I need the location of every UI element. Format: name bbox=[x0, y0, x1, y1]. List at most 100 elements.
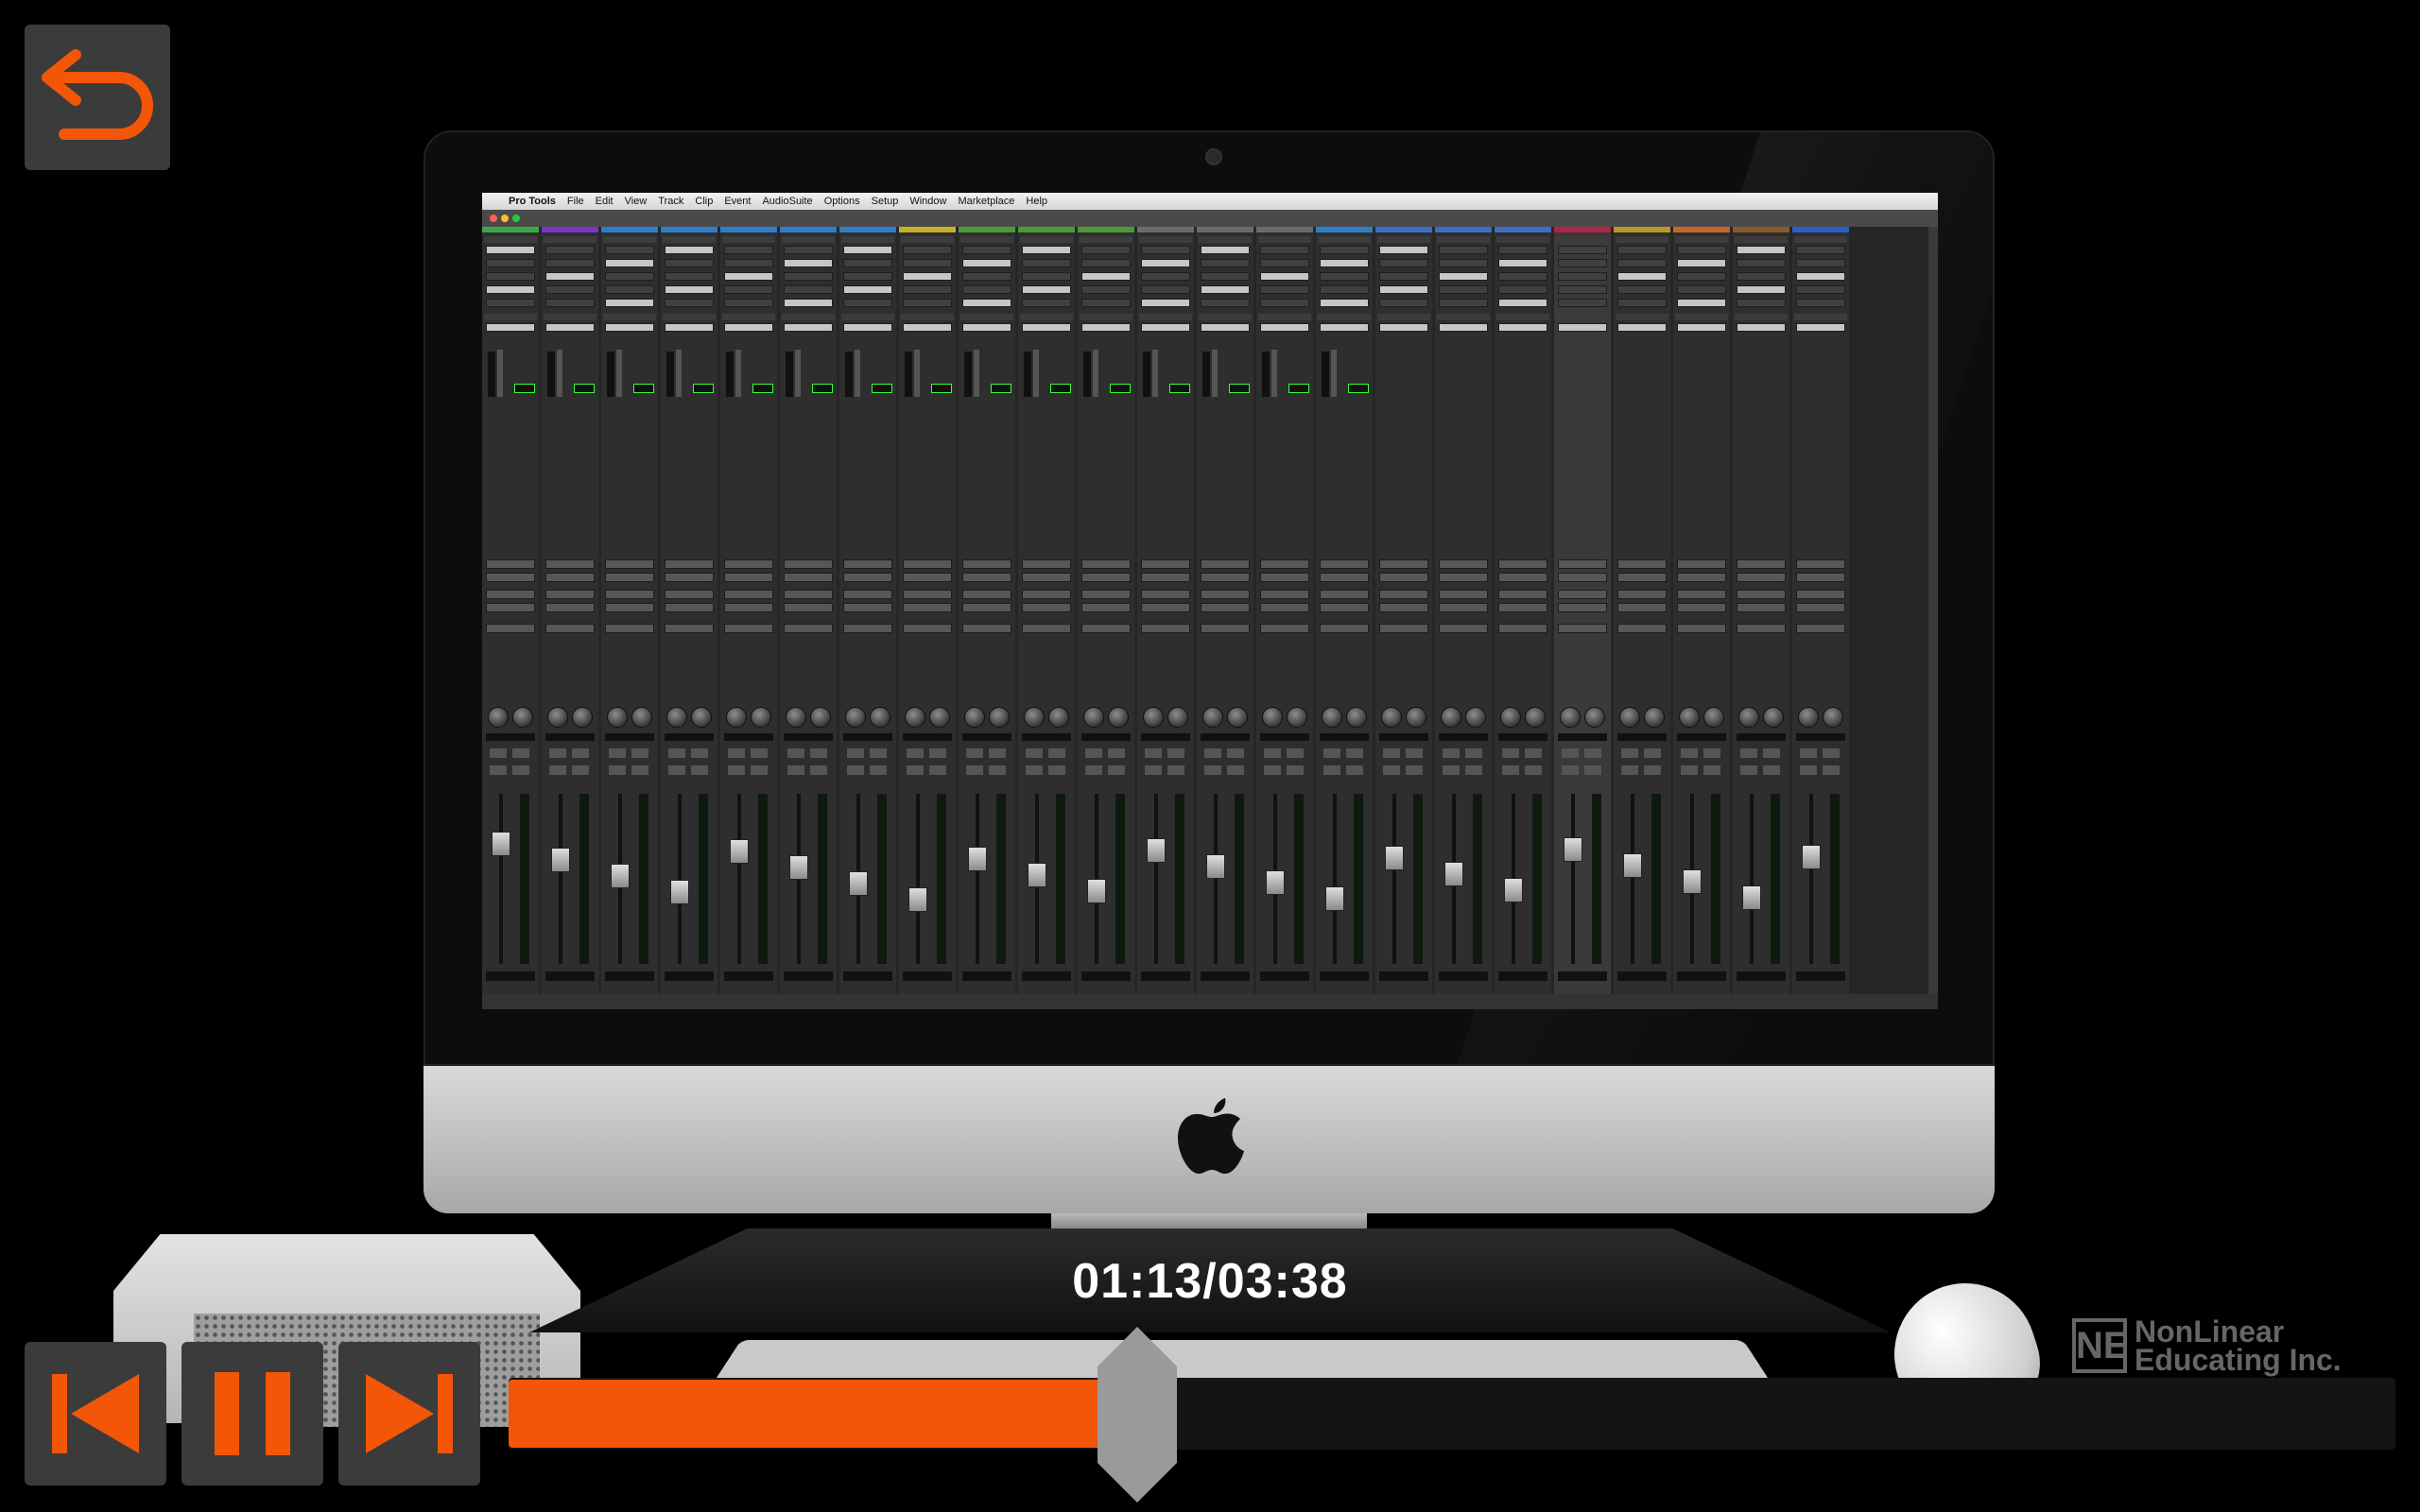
record-input-buttons[interactable] bbox=[1740, 748, 1782, 758]
io-selector[interactable] bbox=[784, 603, 833, 612]
solo-mute-buttons[interactable] bbox=[1085, 765, 1127, 775]
io-selector[interactable] bbox=[1201, 559, 1250, 569]
insert-slot[interactable] bbox=[1022, 299, 1071, 307]
insert-slot[interactable] bbox=[843, 299, 892, 307]
insert-slot[interactable] bbox=[665, 259, 714, 267]
io-selector[interactable] bbox=[724, 573, 773, 582]
send-slot[interactable] bbox=[1320, 323, 1369, 332]
insert-slot[interactable] bbox=[784, 259, 833, 267]
io-selector[interactable] bbox=[486, 559, 535, 569]
insert-slot[interactable] bbox=[1320, 272, 1369, 281]
volume-fader[interactable] bbox=[1147, 838, 1166, 863]
io-selector[interactable] bbox=[1617, 590, 1667, 599]
io-selector[interactable] bbox=[962, 624, 1011, 633]
pan-knob-icon[interactable] bbox=[1024, 707, 1045, 728]
insert-slot[interactable] bbox=[1796, 272, 1845, 281]
insert-slot[interactable] bbox=[1677, 299, 1726, 307]
pan-knob-icon[interactable] bbox=[1346, 707, 1367, 728]
io-selector[interactable] bbox=[1379, 603, 1428, 612]
io-selector[interactable] bbox=[843, 590, 892, 599]
send-fader[interactable] bbox=[914, 350, 920, 397]
io-selector[interactable] bbox=[1320, 573, 1369, 582]
io-selector[interactable] bbox=[1022, 590, 1071, 599]
insert-slot[interactable] bbox=[1558, 246, 1607, 254]
insert-slot[interactable] bbox=[724, 285, 773, 294]
insert-slot[interactable] bbox=[903, 285, 952, 294]
io-selector[interactable] bbox=[962, 573, 1011, 582]
insert-slot[interactable] bbox=[843, 272, 892, 281]
io-selector[interactable] bbox=[843, 573, 892, 582]
insert-slot[interactable] bbox=[1617, 272, 1667, 281]
send-slot[interactable] bbox=[1439, 323, 1488, 332]
insert-slot[interactable] bbox=[1201, 246, 1250, 254]
pan-knob-icon[interactable] bbox=[512, 707, 533, 728]
io-selector[interactable] bbox=[1617, 559, 1667, 569]
io-selector[interactable] bbox=[665, 603, 714, 612]
insert-slot[interactable] bbox=[843, 285, 892, 294]
pan-knob-icon[interactable] bbox=[1143, 707, 1164, 728]
insert-slot[interactable] bbox=[724, 259, 773, 267]
pan-knob-icon[interactable] bbox=[989, 707, 1010, 728]
record-input-buttons[interactable] bbox=[1383, 748, 1425, 758]
send-fader[interactable] bbox=[616, 350, 622, 397]
io-selector[interactable] bbox=[1439, 573, 1488, 582]
next-button[interactable] bbox=[338, 1342, 480, 1486]
pan-knob-icon[interactable] bbox=[1500, 707, 1521, 728]
solo-mute-buttons[interactable] bbox=[1204, 765, 1246, 775]
io-selector[interactable] bbox=[1201, 624, 1250, 633]
insert-slot[interactable] bbox=[784, 272, 833, 281]
send-slot[interactable] bbox=[486, 323, 535, 332]
io-selector[interactable] bbox=[486, 590, 535, 599]
io-selector[interactable] bbox=[1081, 624, 1131, 633]
io-selector[interactable] bbox=[545, 603, 595, 612]
io-selector[interactable] bbox=[665, 559, 714, 569]
io-selector[interactable] bbox=[784, 624, 833, 633]
insert-slot[interactable] bbox=[1141, 299, 1190, 307]
insert-slot[interactable] bbox=[1320, 299, 1369, 307]
volume-fader[interactable] bbox=[1742, 885, 1761, 910]
send-slot[interactable] bbox=[665, 323, 714, 332]
solo-mute-buttons[interactable] bbox=[787, 765, 829, 775]
io-selector[interactable] bbox=[605, 559, 654, 569]
pan-knob-icon[interactable] bbox=[1167, 707, 1188, 728]
insert-slot[interactable] bbox=[962, 299, 1011, 307]
io-selector[interactable] bbox=[1379, 573, 1428, 582]
insert-slot[interactable] bbox=[784, 299, 833, 307]
pan-knob-icon[interactable] bbox=[1644, 707, 1665, 728]
insert-slot[interactable] bbox=[1379, 299, 1428, 307]
io-selector[interactable] bbox=[1022, 573, 1071, 582]
send-fader[interactable] bbox=[735, 350, 741, 397]
io-selector[interactable] bbox=[1677, 624, 1726, 633]
send-slot[interactable] bbox=[1260, 323, 1309, 332]
insert-slot[interactable] bbox=[486, 299, 535, 307]
record-input-buttons[interactable] bbox=[1562, 748, 1603, 758]
insert-slot[interactable] bbox=[1677, 272, 1726, 281]
insert-slot[interactable] bbox=[1260, 259, 1309, 267]
io-selector[interactable] bbox=[1617, 624, 1667, 633]
insert-slot[interactable] bbox=[724, 299, 773, 307]
io-selector[interactable] bbox=[1737, 624, 1786, 633]
solo-mute-buttons[interactable] bbox=[1383, 765, 1425, 775]
insert-slot[interactable] bbox=[1796, 299, 1845, 307]
record-input-buttons[interactable] bbox=[1443, 748, 1484, 758]
io-selector[interactable] bbox=[1677, 590, 1726, 599]
io-selector[interactable] bbox=[1558, 559, 1607, 569]
io-selector[interactable] bbox=[1498, 559, 1547, 569]
pan-knob-icon[interactable] bbox=[691, 707, 712, 728]
insert-slot[interactable] bbox=[605, 299, 654, 307]
insert-slot[interactable] bbox=[605, 285, 654, 294]
solo-mute-buttons[interactable] bbox=[609, 765, 650, 775]
pan-knob-icon[interactable] bbox=[1560, 707, 1581, 728]
io-selector[interactable] bbox=[1558, 603, 1607, 612]
insert-slot[interactable] bbox=[1081, 259, 1131, 267]
send-slot[interactable] bbox=[1141, 323, 1190, 332]
insert-slot[interactable] bbox=[1558, 299, 1607, 307]
send-fader[interactable] bbox=[1331, 350, 1337, 397]
insert-slot[interactable] bbox=[665, 272, 714, 281]
pan-knob-icon[interactable] bbox=[845, 707, 866, 728]
io-selector[interactable] bbox=[665, 590, 714, 599]
io-selector[interactable] bbox=[1081, 590, 1131, 599]
io-selector[interactable] bbox=[1260, 590, 1309, 599]
insert-slot[interactable] bbox=[665, 285, 714, 294]
insert-slot[interactable] bbox=[1260, 299, 1309, 307]
